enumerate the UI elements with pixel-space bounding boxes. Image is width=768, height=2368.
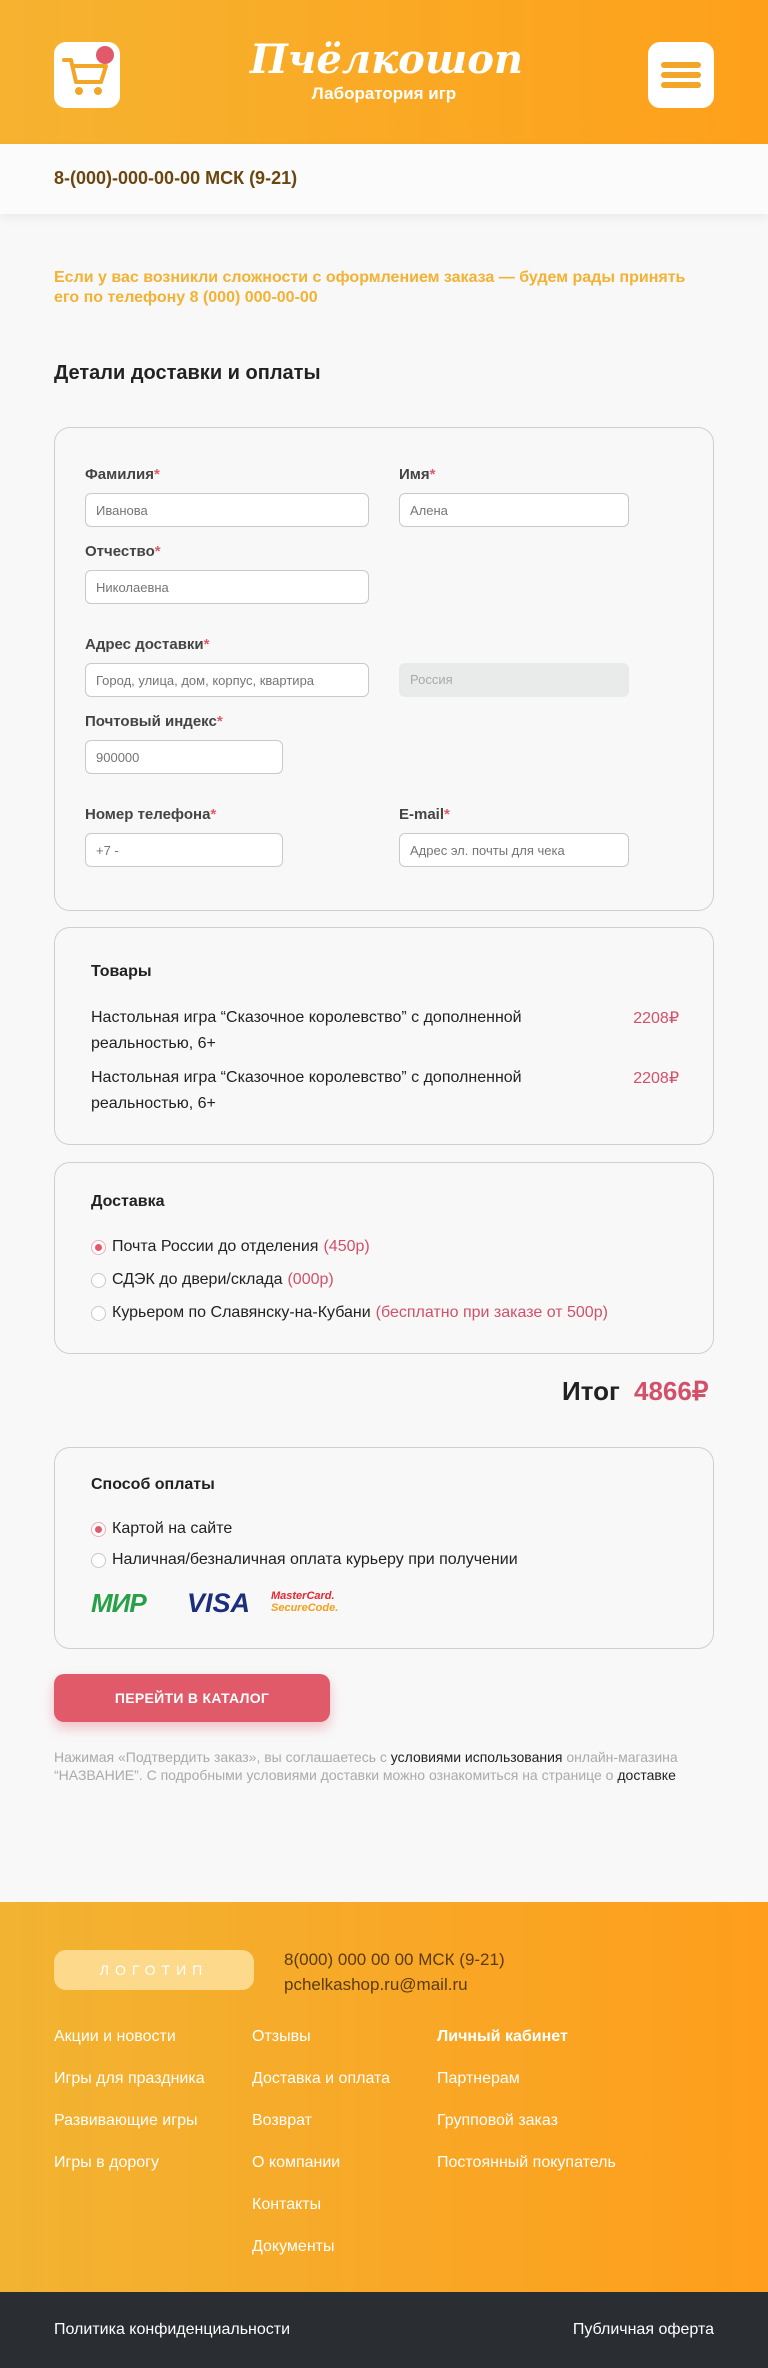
logo-subtitle: Лаборатория игр — [311, 84, 457, 103]
delivery-link[interactable]: доставке — [617, 1767, 676, 1783]
public-offer-link[interactable]: Публичная оферта — [573, 2321, 714, 2339]
legal-notice: Нажимая «Подтвердить заказ», вы соглашае… — [54, 1748, 724, 1784]
delivery-form-card: Фамилия* Имя* Отчество* Адрес доставки* … — [54, 427, 714, 911]
delivery-option-price: (450р) — [323, 1238, 370, 1255]
mastercard-logo: MasterCard. SecureCode. — [271, 1590, 338, 1614]
radio-unchecked-icon[interactable] — [91, 1272, 106, 1288]
footer-logo[interactable]: ЛОГОТИП — [54, 1950, 254, 1990]
payment-title: Способ оплаты — [91, 1476, 215, 1493]
footer-email[interactable]: pchelkashop.ru@mail.ru — [284, 1975, 468, 1995]
first-name-label: Имя* — [399, 466, 436, 483]
site-header: Пчёлкошоп Лаборатория игр — [0, 0, 768, 144]
visa-logo: VISA — [187, 1588, 251, 1618]
footer-link[interactable]: Документы — [252, 2238, 334, 2256]
email-input[interactable] — [399, 833, 629, 867]
footer-link-account[interactable]: Личный кабинет — [437, 2028, 568, 2046]
total-label: Итог — [562, 1376, 620, 1406]
radio-unchecked-icon[interactable] — [91, 1552, 106, 1568]
footer-link[interactable]: Акции и новости — [54, 2028, 176, 2046]
postcode-input[interactable] — [85, 740, 283, 774]
footer-link[interactable]: Групповой заказ — [437, 2112, 558, 2130]
mir-logo: МИР — [91, 1588, 147, 1618]
phone-label: Номер телефона* — [85, 806, 217, 823]
footer-link[interactable]: Партнерам — [437, 2070, 520, 2088]
footer-link[interactable]: Возврат — [252, 2112, 312, 2130]
delivery-option-label: Почта России до отделения — [112, 1238, 319, 1255]
postcode-label: Почтовый индекс* — [85, 713, 223, 730]
country-field: Россия — [399, 663, 629, 697]
cart-button[interactable] — [54, 42, 120, 108]
delivery-option-cdek[interactable]: СДЭК до двери/склада (000р) — [91, 1271, 334, 1289]
footer-link[interactable]: Постоянный покупатель — [437, 2154, 616, 2172]
goods-item-price: 2208₽ — [633, 1010, 679, 1027]
delivery-method-card: Доставка Почта России до отделения (450р… — [54, 1162, 714, 1354]
address-label: Адрес доставки* — [85, 636, 210, 653]
patronymic-label: Отчество* — [85, 543, 161, 560]
delivery-option-courier[interactable]: Курьером по Славянску-на-Кубани (бесплат… — [91, 1304, 608, 1322]
payment-option-card[interactable]: Картой на сайте — [91, 1520, 232, 1538]
radio-checked-icon[interactable] — [91, 1521, 106, 1537]
delivery-option-label: СДЭК до двери/склада — [112, 1271, 283, 1288]
email-label: E-mail* — [399, 806, 450, 823]
footer-link[interactable]: Игры в дорогу — [54, 2154, 159, 2172]
menu-button[interactable] — [648, 42, 714, 108]
header-phone[interactable]: 8-(000)-000-00-00 МСК (9-21) — [54, 168, 297, 189]
address-input[interactable] — [85, 663, 369, 697]
order-help-notice: Если у вас возникли сложности с оформлен… — [54, 269, 686, 306]
delivery-option-price: (бесплатно при заказе от 500р) — [375, 1304, 608, 1321]
goods-item-price: 2208₽ — [633, 1070, 679, 1087]
delivery-option-post[interactable]: Почта России до отделения (450р) — [91, 1238, 370, 1256]
privacy-policy-link[interactable]: Политика конфиденциальности — [54, 2321, 290, 2339]
first-name-input[interactable] — [399, 493, 629, 527]
securecode-logo-line: SecureCode. — [271, 1602, 339, 1614]
payment-option-cash[interactable]: Наличная/безналичная оплата курьеру при … — [91, 1551, 518, 1569]
delivery-option-label: Курьером по Славянску-на-Кубани — [112, 1304, 371, 1321]
footer-link[interactable]: Доставка и оплата — [252, 2070, 390, 2088]
footer-link[interactable]: Отзывы — [252, 2028, 311, 2046]
delivery-title: Доставка — [91, 1193, 165, 1210]
patronymic-input[interactable] — [85, 570, 369, 604]
payment-card: Способ оплаты Картой на сайте Наличная/б… — [54, 1447, 714, 1649]
site-logo[interactable]: Пчёлкошоп Лаборатория игр — [250, 36, 523, 104]
goods-item-name: Настольная игра “Сказочное королевство” … — [91, 1009, 522, 1052]
radio-checked-icon[interactable] — [91, 1239, 106, 1255]
goods-title: Товары — [91, 963, 152, 980]
footer-link[interactable]: Развивающие игры — [54, 2112, 197, 2130]
goods-item-name: Настольная игра “Сказочное королевство” … — [91, 1069, 522, 1112]
terms-link[interactable]: условиями использования — [391, 1749, 563, 1765]
footer-link[interactable]: О компании — [252, 2154, 340, 2172]
phone-input[interactable] — [85, 833, 283, 867]
phone-bar: 8-(000)-000-00-00 МСК (9-21) — [0, 144, 768, 214]
hamburger-icon — [661, 62, 701, 88]
footer-link[interactable]: Контакты — [252, 2196, 321, 2214]
bottom-bar: Политика конфиденциальности Публичная оф… — [0, 2292, 768, 2368]
delivery-option-price: (000р) — [287, 1271, 334, 1288]
payment-option-label: Картой на сайте — [112, 1520, 233, 1537]
payment-option-label: Наличная/безналичная оплата курьеру при … — [112, 1551, 518, 1568]
footer-link[interactable]: Игры для праздника — [54, 2070, 205, 2088]
goods-card: Товары Настольная игра “Сказочное короле… — [54, 927, 714, 1145]
legal-text: Нажимая «Подтвердить заказ», вы соглашае… — [54, 1749, 391, 1765]
site-footer: ЛОГОТИП 8(000) 000 00 00 МСК (9-21) pche… — [0, 1902, 768, 2292]
radio-unchecked-icon[interactable] — [91, 1305, 106, 1321]
cart-badge — [96, 46, 114, 64]
last-name-input[interactable] — [85, 493, 369, 527]
go-to-catalog-button[interactable]: ПЕРЕЙТИ В КАТАЛОГ — [54, 1674, 330, 1722]
mastercard-logo-line: MasterCard. — [271, 1590, 335, 1602]
total-value: 4866₽ — [634, 1376, 709, 1406]
footer-phone[interactable]: 8(000) 000 00 00 МСК (9-21) — [284, 1950, 505, 1970]
last-name-label: Фамилия* — [85, 466, 160, 483]
page-title: Детали доставки и оплаты — [54, 362, 321, 384]
logo-title: Пчёлкошоп — [250, 36, 523, 83]
